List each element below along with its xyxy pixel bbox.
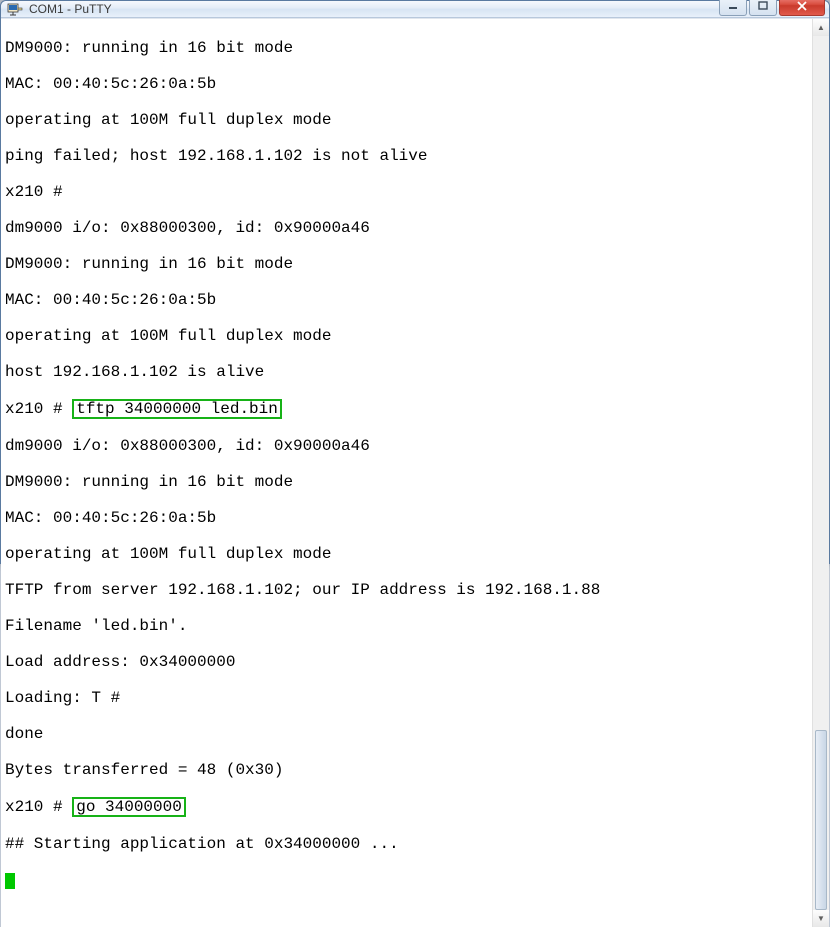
client-area: DM9000: running in 16 bit mode MAC: 00:4… — [1, 18, 829, 927]
terminal-line: MAC: 00:40:5c:26:0a:5b — [5, 75, 810, 93]
chevron-up-icon: ▲ — [817, 23, 825, 32]
scroll-thumb[interactable] — [815, 730, 827, 910]
terminal-output[interactable]: DM9000: running in 16 bit mode MAC: 00:4… — [1, 19, 812, 927]
terminal-line — [5, 871, 810, 889]
prompt: x210 # — [5, 400, 72, 418]
putty-window: COM1 - PuTTY DM9000: running in 16 bit m… — [0, 0, 830, 564]
maximize-icon — [758, 1, 768, 11]
scroll-track[interactable] — [813, 36, 829, 910]
terminal-line: DM9000: running in 16 bit mode — [5, 255, 810, 273]
terminal-line: x210 # tftp 34000000 led.bin — [5, 399, 810, 419]
terminal-line: Bytes transferred = 48 (0x30) — [5, 761, 810, 779]
terminal-line: done — [5, 725, 810, 743]
scroll-down-button[interactable]: ▼ — [813, 910, 829, 927]
close-button[interactable] — [779, 0, 825, 16]
terminal-line: dm9000 i/o: 0x88000300, id: 0x90000a46 — [5, 219, 810, 237]
terminal-line: x210 # — [5, 183, 810, 201]
terminal-line: dm9000 i/o: 0x88000300, id: 0x90000a46 — [5, 437, 810, 455]
terminal-line: Filename 'led.bin'. — [5, 617, 810, 635]
minimize-icon — [728, 1, 738, 11]
terminal-line: DM9000: running in 16 bit mode — [5, 473, 810, 491]
minimize-button[interactable] — [719, 0, 747, 16]
prompt: x210 # — [5, 798, 72, 816]
terminal-line: operating at 100M full duplex mode — [5, 111, 810, 129]
terminal-line: x210 # go 34000000 — [5, 797, 810, 817]
terminal-line: host 192.168.1.102 is alive — [5, 363, 810, 381]
maximize-button[interactable] — [749, 0, 777, 16]
terminal-cursor — [5, 873, 15, 889]
terminal-line: ## Starting application at 0x34000000 ..… — [5, 835, 810, 853]
chevron-down-icon: ▼ — [817, 914, 825, 923]
terminal-line: ping failed; host 192.168.1.102 is not a… — [5, 147, 810, 165]
terminal-line: Loading: T # — [5, 689, 810, 707]
highlighted-command-go: go 34000000 — [72, 797, 186, 817]
highlighted-command-tftp: tftp 34000000 led.bin — [72, 399, 282, 419]
window-controls — [717, 0, 825, 16]
window-title: COM1 - PuTTY — [29, 2, 717, 16]
terminal-line: MAC: 00:40:5c:26:0a:5b — [5, 509, 810, 527]
putty-icon — [7, 1, 23, 17]
close-icon — [796, 0, 808, 12]
terminal-line: MAC: 00:40:5c:26:0a:5b — [5, 291, 810, 309]
terminal-line: operating at 100M full duplex mode — [5, 327, 810, 345]
scroll-up-button[interactable]: ▲ — [813, 19, 829, 36]
titlebar[interactable]: COM1 - PuTTY — [1, 1, 829, 18]
vertical-scrollbar[interactable]: ▲ ▼ — [812, 19, 829, 927]
terminal-line: DM9000: running in 16 bit mode — [5, 39, 810, 57]
terminal-line: Load address: 0x34000000 — [5, 653, 810, 671]
terminal-line: TFTP from server 192.168.1.102; our IP a… — [5, 581, 810, 599]
terminal-line: operating at 100M full duplex mode — [5, 545, 810, 563]
